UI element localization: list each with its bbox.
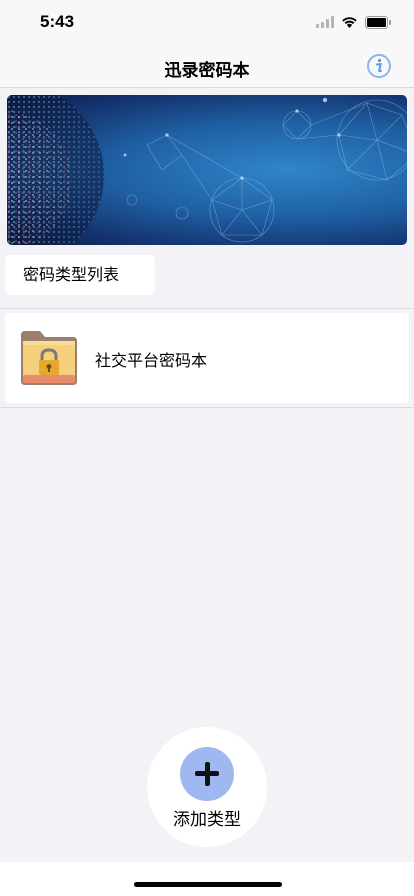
list-item-label: 社交平台密码本 — [95, 351, 208, 370]
home-indicator-area — [0, 862, 414, 896]
divider — [0, 407, 414, 408]
section-header-password-types: 密码类型列表 — [5, 255, 155, 295]
navigation-bar: 迅录密码本 — [0, 44, 414, 88]
status-time: 5:43 — [40, 12, 75, 31]
status-bar: 5:43 — [0, 0, 414, 44]
banner-image — [7, 95, 407, 245]
wifi-icon — [342, 17, 357, 28]
cellular-signal-icon — [316, 16, 334, 28]
locked-folder-icon — [21, 331, 77, 385]
list-item[interactable]: 社交平台密码本 — [5, 313, 409, 403]
battery-icon — [365, 15, 391, 29]
status-indicators — [316, 14, 392, 30]
digital-globe-illustration — [7, 95, 407, 245]
divider — [0, 308, 414, 309]
page-title: 迅录密码本 — [164, 61, 250, 81]
add-type-label: 添加类型 — [173, 810, 241, 830]
info-button[interactable] — [366, 53, 392, 79]
info-icon — [367, 54, 391, 78]
plus-icon — [180, 747, 234, 801]
add-type-button[interactable]: 添加类型 — [147, 727, 267, 847]
home-indicator[interactable] — [134, 882, 282, 887]
